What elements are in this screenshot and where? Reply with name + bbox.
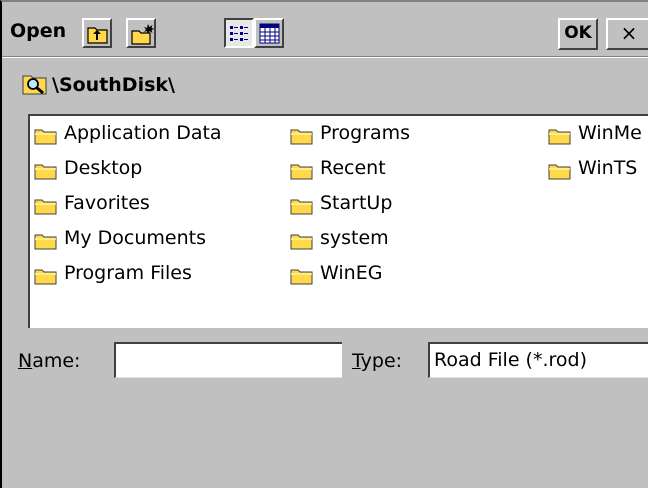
folder-icon (548, 126, 572, 151)
folder-icon (34, 126, 58, 151)
folder-name: My Documents (64, 227, 207, 249)
folder-name: WinEG (320, 262, 383, 284)
folder-icon (290, 161, 314, 186)
folder-icon (290, 231, 314, 256)
folder-name: Programs (320, 122, 411, 144)
folder-name: system (320, 227, 389, 249)
folder-list[interactable]: Application Data Desktop Favorites My Docum… (28, 114, 648, 328)
folder-name: WinMe (578, 122, 642, 144)
name-label: Name: (18, 350, 81, 372)
folder-name: Favorites (64, 192, 150, 214)
folder-name: WinTS (578, 157, 638, 179)
folder-name: Recent (320, 157, 386, 179)
folder-name: Application Data (64, 122, 222, 144)
folder-icon (34, 161, 58, 186)
title-bar: Open OK × (2, 10, 648, 52)
new-folder-icon (131, 24, 155, 45)
search-folder-icon (22, 72, 48, 101)
up-folder-button[interactable] (82, 18, 112, 48)
list-view-icon (230, 26, 248, 41)
current-path: \SouthDisk\ (52, 74, 175, 96)
folder-icon (34, 231, 58, 256)
folder-name: StartUp (320, 192, 393, 214)
new-folder-button[interactable] (126, 18, 156, 48)
ok-button[interactable]: OK (558, 18, 598, 50)
folder-icon (290, 196, 314, 221)
type-value: Road File (*.rod) (434, 349, 587, 371)
up-folder-icon (87, 27, 108, 44)
details-view-icon (259, 23, 280, 44)
details-view-button[interactable] (254, 18, 284, 48)
dialog-title: Open (10, 20, 67, 42)
folder-name: Desktop (64, 157, 143, 179)
list-view-button[interactable] (224, 18, 254, 48)
folder-icon (34, 266, 58, 291)
name-field[interactable] (114, 342, 342, 378)
name-input[interactable] (116, 344, 342, 377)
folder-icon (290, 126, 314, 151)
folder-icon (290, 266, 314, 291)
folder-name: Program Files (64, 262, 192, 284)
folder-icon (548, 161, 572, 186)
type-label: Type: (352, 350, 403, 372)
title-divider (2, 56, 648, 58)
close-button[interactable]: × (606, 18, 648, 50)
type-select[interactable]: Road File (*.rod) (428, 342, 648, 378)
folder-icon (34, 196, 58, 221)
